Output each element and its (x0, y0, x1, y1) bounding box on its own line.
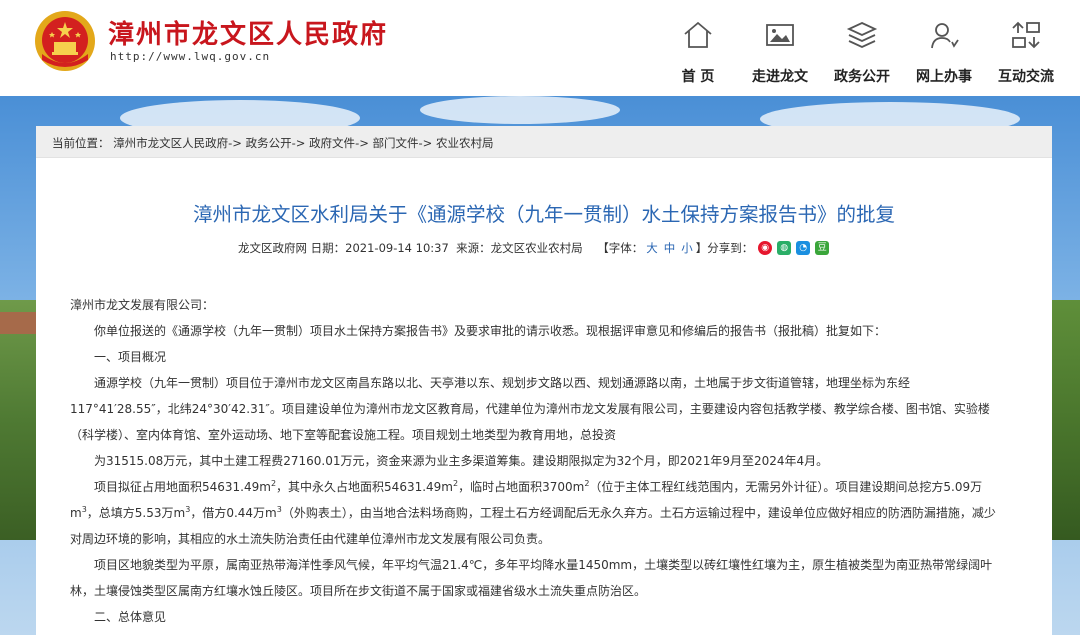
breadcrumb-item-public-affairs[interactable]: 政务公开 (246, 136, 292, 150)
text-segment: （位于主体工程红线范围内，无需另外计征）。项目建设期间总挖方5.09万 (589, 480, 983, 494)
breadcrumb-separator: -> (418, 136, 433, 150)
wechat-icon[interactable]: ◍ (777, 241, 792, 255)
article-meta: 龙文区政府网 日期： 2021-09-14 10:37 来源： 龙文区农业农村局… (238, 239, 830, 257)
nav-home-label: 首 页 (681, 69, 715, 85)
text-segment: ，总填方5.53万m (86, 506, 186, 520)
paragraph-line: （科学楼）、室内体育馆、室外运动场、地下室等配套设施工程。项目规划土地类型为教育… (70, 428, 617, 442)
text-segment: ，其中永久占地面积54631.49m (276, 480, 453, 494)
nav-about-label: 走进龙文 (752, 69, 808, 85)
font-size-close: 】 (695, 241, 708, 255)
font-size-small-button[interactable]: 小 (681, 240, 693, 256)
share-label: 分享到： (707, 241, 754, 255)
text-segment: m (70, 506, 82, 520)
left-landscape (0, 300, 36, 540)
meta-source-site: 龙文区政府网 (238, 241, 307, 255)
breadcrumb-separator: -> (355, 136, 369, 150)
nav-home[interactable]: 首 页 (658, 14, 738, 94)
breadcrumb-item-dept-docs[interactable]: 部门文件 (373, 136, 419, 150)
paragraph-line: 117°41′28.55″，北纬24°30′42.31″。项目建设单位为漳州市龙… (70, 402, 990, 416)
layers-icon (846, 22, 878, 48)
meta-date: 2021-09-14 10:37 (345, 241, 449, 255)
text-segment: ，借方0.44万m (190, 506, 277, 520)
font-size-label: 【字体： (597, 241, 644, 255)
nav-online-services[interactable]: 网上办事 (904, 14, 984, 94)
font-size-medium-button[interactable]: 中 (664, 240, 676, 256)
meta-source: 龙文区农业农村局 (490, 241, 583, 255)
salutation: 漳州市龙文发展有限公司： (70, 298, 215, 312)
article-title: 漳州市龙文区水利局关于《通源学校（九年一贯制）水土保持方案报告书》的批复 (192, 203, 895, 226)
douban-icon[interactable]: 豆 (815, 241, 830, 255)
nav-public-affairs[interactable]: 政务公开 (822, 14, 902, 94)
site-header: 漳州市龙文区人民政府 http://www.lwq.gov.cn 首 页 走进龙… (0, 0, 1080, 96)
cloud (420, 96, 620, 124)
paragraph-line: 项目区地貌类型为平原，属南亚热带海洋性季风气候，年平均气温21.4℃，多年平均降… (94, 558, 993, 572)
left-roof (0, 312, 36, 334)
section-heading: 二、总体意见 (94, 610, 167, 624)
nav-online-services-label: 网上办事 (916, 69, 972, 85)
paragraph-line: 林，土壤侵蚀类型区属南方红壤水蚀丘陵区。项目所在步文街道不属于国家或福建省级水土… (70, 584, 647, 598)
text-segment: ，临时占地面积3700m (458, 480, 585, 494)
picture-icon (766, 24, 794, 46)
right-landscape (1052, 300, 1080, 540)
paragraph-line: 为31515.08万元，其中土建工程费27160.01万元，资金来源为业主多渠道… (94, 454, 829, 468)
breadcrumb-separator: -> (228, 136, 242, 150)
qq-icon[interactable]: ◔ (796, 241, 811, 255)
text-segment: （外购表土），由当地合法料场商购，工程土石方经调配后无永久弃方。土石方运输过程中… (281, 506, 996, 520)
paragraph-line: m3，总填方5.53万m3，借方0.44万m3（外购表土），由当地合法料场商购，… (70, 504, 996, 521)
breadcrumb-item-home[interactable]: 漳州市龙文区人民政府 (113, 136, 228, 150)
breadcrumb: 当前位置： 漳州市龙文区人民政府-> 政务公开-> 政府文件-> 部门文件-> … (36, 126, 1052, 158)
meta-source-label: 来源： (456, 241, 491, 255)
article-panel: 当前位置： 漳州市龙文区人民政府-> 政务公开-> 政府文件-> 部门文件-> … (36, 126, 1052, 635)
breadcrumb-item-agriculture[interactable]: 农业农村局 (436, 136, 494, 150)
font-size-large-button[interactable]: 大 (646, 240, 658, 256)
weibo-icon[interactable]: ◉ (758, 241, 773, 255)
breadcrumb-prefix: 当前位置： (52, 136, 110, 150)
breadcrumb-item-gov-docs[interactable]: 政府文件 (309, 136, 355, 150)
intro-paragraph: 你单位报送的《通源学校（九年一贯制）项目水土保持方案报告书》及要求审批的请示收悉… (94, 324, 887, 338)
section-heading: 一、项目概况 (94, 350, 167, 364)
user-icon (931, 23, 959, 49)
text-segment: 项目拟征占用地面积54631.49m (94, 480, 271, 494)
nav-interaction-label: 互动交流 (998, 69, 1054, 85)
paragraph-line: 对周边环境的影响，其相应的水土流失防治责任由代建单位漳州市龙文发展有限公司负责。 (70, 532, 551, 546)
meta-date-label: 日期： (310, 241, 346, 255)
main-nav: 首 页 走进龙文 政务公开 网上办事 互动交流 (0, 14, 1080, 94)
breadcrumb-separator: -> (291, 136, 306, 150)
paragraph-line: 通源学校（九年一贯制）项目位于漳州市龙文区南昌东路以北、天亭港以东、规划步文路以… (94, 376, 911, 390)
paragraph-line: 项目拟征占用地面积54631.49m2，其中永久占地面积54631.49m2，临… (94, 478, 982, 495)
exchange-icon (1012, 21, 1040, 49)
nav-public-affairs-label: 政务公开 (834, 69, 890, 85)
nav-about[interactable]: 走进龙文 (740, 14, 820, 94)
nav-interaction[interactable]: 互动交流 (986, 14, 1066, 94)
home-icon (684, 21, 712, 48)
